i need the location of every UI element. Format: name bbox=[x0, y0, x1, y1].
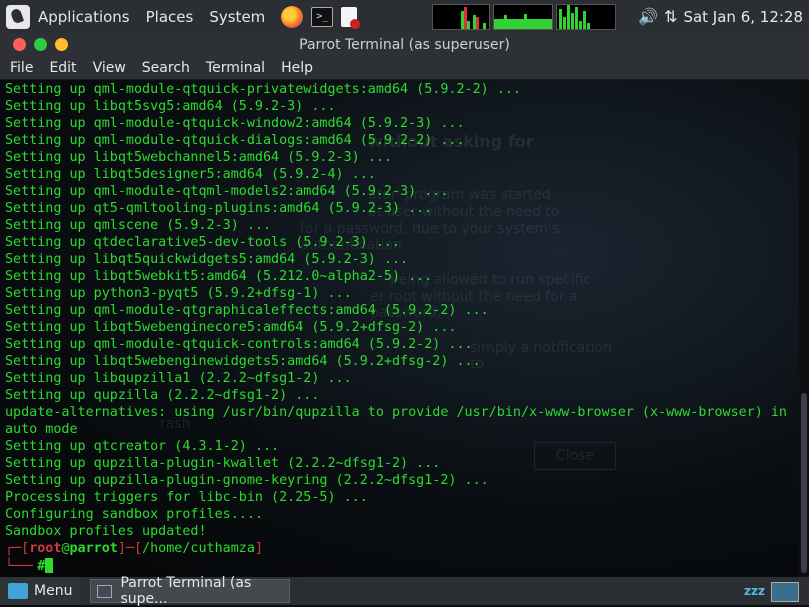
network-icon[interactable]: ⇅ bbox=[664, 7, 677, 26]
text-editor-icon[interactable] bbox=[341, 6, 361, 29]
terminal-line: Setting up qtcreator (4.3.1-2) ... bbox=[5, 439, 280, 454]
terminal-line: Setting up qml-module-qtquick-dialogs:am… bbox=[5, 133, 465, 148]
terminal-lines: Setting up qml-module-qtquick-privatewid… bbox=[5, 81, 795, 540]
memory-graph bbox=[493, 4, 553, 30]
prompt-host: parrot bbox=[69, 541, 118, 556]
show-desktop-icon[interactable] bbox=[771, 582, 799, 602]
terminal-line: Setting up libqt5webchannel5:amd64 (5.9.… bbox=[5, 150, 392, 165]
prompt-bracket: ┌─[ bbox=[5, 541, 30, 556]
system-tray: 🔊 ⇅ Sat Jan 6, 12:28 bbox=[638, 0, 809, 33]
terminal-line: Setting up qupzilla (2.2.2~dfsg1-2) ... bbox=[5, 388, 320, 403]
terminal-line: Setting up libqt5quickwidgets5:amd64 (5.… bbox=[5, 252, 409, 267]
network-graph bbox=[556, 4, 616, 30]
scrollbar-thumb[interactable] bbox=[801, 393, 807, 573]
terminal-line: Setting up qml-module-qtqml-models2:amd6… bbox=[5, 184, 449, 199]
top-panel: Applications Places System >_ 🔊 ⇅ Sat Ja… bbox=[0, 0, 809, 33]
terminal-line: auto mode bbox=[5, 422, 78, 437]
menu-help[interactable]: Help bbox=[273, 60, 321, 76]
title-bar[interactable]: Parrot Terminal (as superuser) bbox=[0, 33, 809, 56]
close-button[interactable] bbox=[13, 38, 26, 51]
terminal-window: Parrot Terminal (as superuser) File Edit… bbox=[0, 33, 809, 577]
applications-menu[interactable]: Applications bbox=[30, 8, 138, 26]
taskbar-terminal-item[interactable]: Parrot Terminal (as supe... bbox=[90, 575, 291, 607]
terminal-line: Setting up qupzilla-plugin-kwallet (2.2.… bbox=[5, 456, 441, 471]
firefox-icon[interactable] bbox=[281, 5, 304, 28]
terminal-line: Setting up qmlscene (5.9.2-3) ... bbox=[5, 218, 272, 233]
prompt-user: root bbox=[29, 541, 62, 556]
terminal-line: Setting up libqupzilla1 (2.2.2~dfsg1-2) … bbox=[5, 371, 352, 386]
menu-icon bbox=[8, 583, 28, 599]
prompt-symbol: # bbox=[37, 559, 46, 574]
terminal-line: Setting up libqt5designer5:amd64 (5.9.2-… bbox=[5, 167, 376, 182]
terminal-launcher-icon[interactable]: >_ bbox=[311, 6, 334, 27]
parrot-logo-icon[interactable] bbox=[6, 4, 30, 29]
clock[interactable]: Sat Jan 6, 12:28 bbox=[683, 8, 803, 26]
bottom-panel: Menu Parrot Terminal (as supe... bbox=[0, 575, 809, 607]
prompt-line-2[interactable]: └──╴# bbox=[5, 558, 54, 574]
terminal-line: update-alternatives: using /usr/bin/qupz… bbox=[5, 405, 787, 420]
maximize-button[interactable] bbox=[55, 38, 68, 51]
volume-icon[interactable]: 🔊 bbox=[638, 7, 658, 26]
menu-edit[interactable]: Edit bbox=[41, 60, 84, 76]
system-menu[interactable]: System bbox=[201, 8, 273, 26]
taskbar-item-label: Parrot Terminal (as supe... bbox=[120, 575, 252, 607]
terminal-line: Configuring sandbox profiles.... bbox=[5, 507, 263, 522]
menu-button-label: Menu bbox=[34, 583, 73, 599]
terminal-line: Setting up python3-pyqt5 (5.9.2+dfsg-1) … bbox=[5, 286, 352, 301]
prompt-path: /home/cuthamza bbox=[142, 541, 255, 556]
terminal-line: Setting up libqt5webkit5:amd64 (5.212.0~… bbox=[5, 269, 433, 284]
terminal-line: Setting up libqt5svg5:amd64 (5.9.2-3) ..… bbox=[5, 99, 336, 114]
terminal-window-icon bbox=[97, 584, 113, 598]
prompt-corner: └──╴ bbox=[5, 559, 38, 574]
terminal-line: Processing triggers for libc-bin (2.25-5… bbox=[5, 490, 368, 505]
terminal-line: Setting up qml-module-qtquick-controls:a… bbox=[5, 337, 473, 352]
terminal-line: Sandbox profiles updated! bbox=[5, 524, 207, 539]
terminal-line: Setting up libqt5webenginecore5:amd64 (5… bbox=[5, 320, 457, 335]
places-menu[interactable]: Places bbox=[138, 8, 202, 26]
terminal-line: Setting up qml-module-qtgraphicaleffects… bbox=[5, 303, 489, 318]
terminal-line: Setting up qupzilla-plugin-gnome-keyring… bbox=[5, 473, 489, 488]
cpu-graph bbox=[432, 4, 490, 30]
menu-button[interactable]: Menu bbox=[0, 577, 81, 605]
menu-search[interactable]: Search bbox=[134, 60, 198, 76]
terminal-scrollbar[interactable] bbox=[799, 80, 809, 577]
prompt-separator: ]─[ bbox=[117, 541, 143, 556]
prompt-close-bracket: ] bbox=[254, 541, 263, 556]
menu-view[interactable]: View bbox=[85, 60, 134, 76]
terminal-line: Setting up qt5-qmltooling-plugins:amd64 … bbox=[5, 201, 433, 216]
menu-file[interactable]: File bbox=[2, 60, 41, 76]
terminal-output[interactable]: without asking for ator' program was sta… bbox=[0, 80, 799, 577]
sleep-icon[interactable]: zzz bbox=[744, 584, 765, 598]
terminal-line: Setting up qml-module-qtquick-privatewid… bbox=[5, 82, 521, 97]
terminal-line: Setting up libqt5webenginewidgets5:amd64… bbox=[5, 354, 481, 369]
minimize-button[interactable] bbox=[34, 38, 47, 51]
menu-terminal[interactable]: Terminal bbox=[198, 60, 273, 76]
prompt-at: @ bbox=[61, 541, 70, 556]
window-title: Parrot Terminal (as superuser) bbox=[299, 36, 510, 53]
text-cursor bbox=[45, 558, 54, 573]
terminal-line: Setting up qtdeclarative5-dev-tools (5.9… bbox=[5, 235, 401, 250]
prompt-line-1: ┌─[root@parrot]─[/home/cuthamza] bbox=[5, 541, 263, 556]
menu-bar: File Edit View Search Terminal Help bbox=[0, 56, 809, 80]
terminal-line: Setting up qml-module-qtquick-window2:am… bbox=[5, 116, 465, 131]
